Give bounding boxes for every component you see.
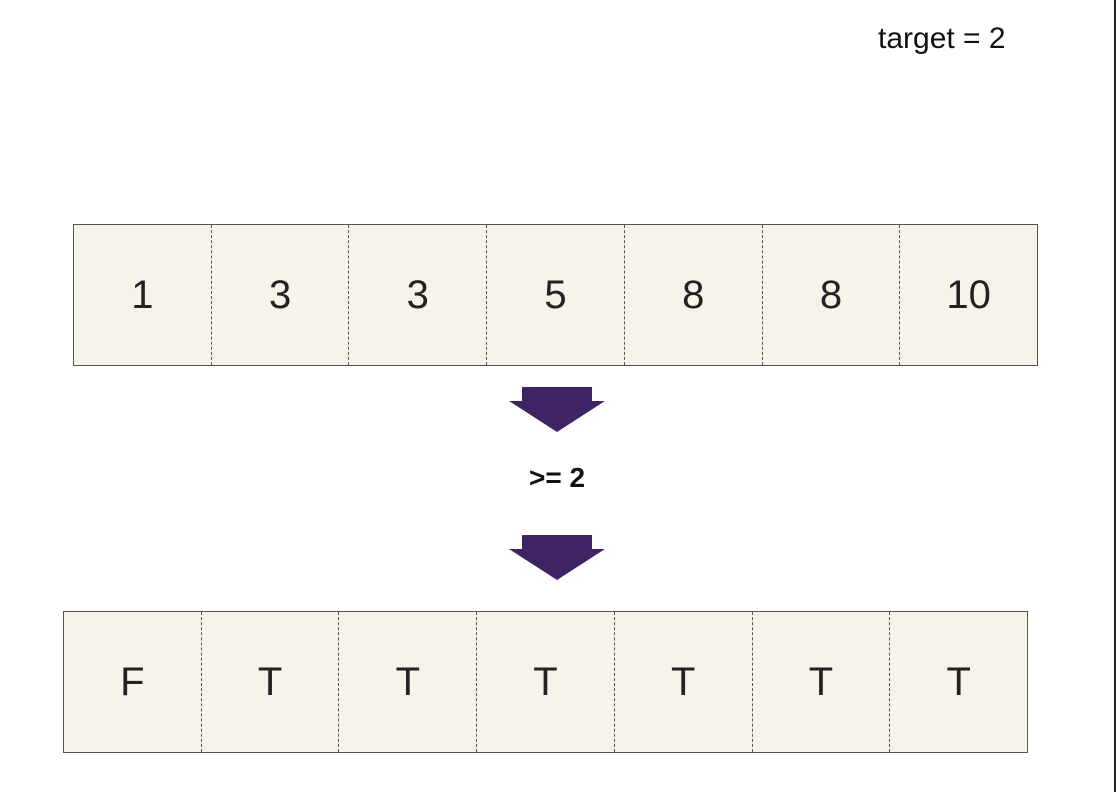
input-cell: 1 <box>131 272 154 317</box>
output-cell: T <box>613 612 752 752</box>
input-cell: 3 <box>348 225 486 365</box>
output-cell: T <box>476 612 614 752</box>
down-arrow-shape <box>509 535 605 580</box>
input-cell: 3 <box>210 225 349 365</box>
output-array: F T T T T T T <box>63 611 1028 753</box>
down-arrow-shape <box>509 387 605 432</box>
input-cell: 8 <box>761 225 900 365</box>
target-label: target = 2 <box>878 22 1006 55</box>
output-cell: F <box>120 659 145 704</box>
input-cell: 10 <box>899 225 1037 365</box>
output-cell: T <box>889 612 1027 752</box>
down-arrow-icon <box>509 387 605 432</box>
output-cell: T <box>751 612 890 752</box>
input-cell: 5 <box>486 225 624 365</box>
input-cell: 8 <box>623 225 762 365</box>
input-array: 1 3 3 5 8 8 10 <box>73 224 1038 366</box>
output-cell: T <box>200 612 339 752</box>
condition-label: >= 2 <box>528 462 586 493</box>
down-arrow-icon <box>509 535 605 580</box>
output-cell: T <box>338 612 476 752</box>
